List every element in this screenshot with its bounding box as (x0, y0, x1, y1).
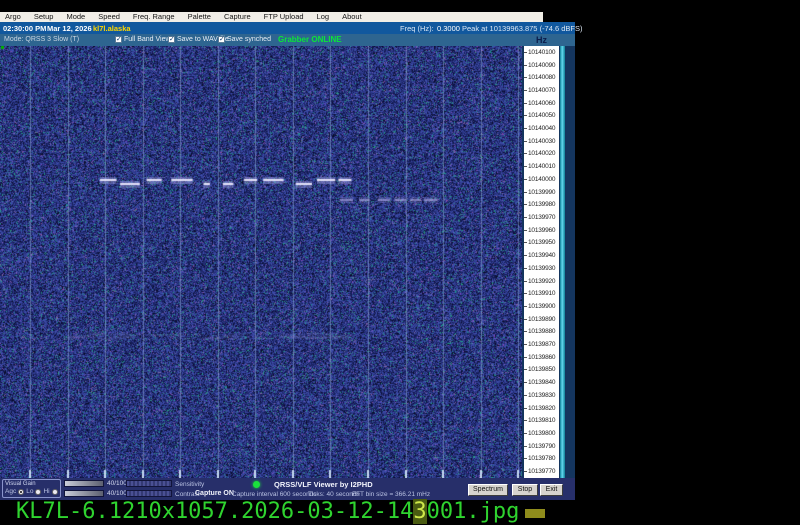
frequency-tick-label: 10139830 (524, 389, 559, 402)
frequency-tick-label: 10140070 (524, 84, 559, 97)
radio-label-hi: Hi (43, 488, 50, 495)
frequency-tick-label: 10139970 (524, 211, 559, 224)
frequency-tick-label: 10139900 (524, 300, 559, 313)
menu-item[interactable]: Mode (66, 12, 85, 22)
checkbox-full-band-view[interactable]: ✓ Full Band View (115, 36, 171, 43)
frequency-tick-label: 10139980 (524, 198, 559, 211)
grabber-status: Grabber ONLINE (278, 35, 342, 44)
frequency-tick-label: 10139840 (524, 376, 559, 389)
checkbox-icon[interactable]: ✓ (168, 36, 175, 43)
capture-led-icon (253, 481, 260, 488)
frequency-tick-label: 10139790 (524, 440, 559, 453)
frequency-tick-label: 10140080 (524, 71, 559, 84)
status-bar: Visual Gain Agc Lo Hi 40/100 40/100 Sens… (0, 478, 575, 500)
checkbox-save-synched[interactable]: ✓ Save synched (218, 36, 271, 43)
frequency-tick-label: 10140050 (524, 110, 559, 123)
screen: Argo Setup Mode Speed Freq. Range Palett… (0, 0, 800, 525)
menu-item[interactable]: Log (317, 12, 330, 22)
capture-state: Capture ON (195, 490, 234, 497)
freq-readout-value: 0.3000 (437, 24, 460, 33)
frequency-tick-label: 10140010 (524, 160, 559, 173)
visual-gain-title: Visual Gain (5, 481, 36, 487)
sensitivity-value: 40/100 (107, 480, 127, 487)
capture-filename: KL7L-6.1210x1057.2026-03-12-143001.jpg (16, 499, 546, 524)
freq-readout-label: Freq (Hz): (400, 24, 434, 33)
menu-item[interactable]: Freq. Range (133, 12, 175, 22)
contrast-gain-meter (64, 490, 104, 497)
checkbox-icon[interactable]: ✓ (218, 36, 225, 43)
filename-prefix: KL7L-6.1210x1057.2026-03-12-14 (16, 499, 414, 524)
menu-item[interactable]: Palette (188, 12, 211, 22)
date: Mar 12, 2026 (47, 24, 92, 33)
fft-bin-label: FFT bin size = 366.21 mHz (352, 491, 431, 498)
frequency-tick-label: 10139850 (524, 364, 559, 377)
menu-item[interactable]: Argo (5, 12, 21, 22)
menu-item[interactable]: FTP Upload (264, 12, 304, 22)
frequency-tick-label: 10139950 (524, 237, 559, 250)
menu-item[interactable]: Speed (98, 12, 120, 22)
peak-readout: Peak at 10139963.875 (-74.6 dBFS) (462, 24, 583, 33)
menu-bar: Argo Setup Mode Speed Freq. Range Palett… (0, 12, 543, 22)
frequency-tick-label: 10140100 (524, 46, 559, 59)
frequency-tick-label: 10140000 (524, 173, 559, 186)
frequency-tick-label: 10139810 (524, 414, 559, 427)
exit-button[interactable]: Exit (540, 484, 563, 496)
contrast-value: 40/100 (107, 490, 127, 497)
frequency-tick-label: 10139910 (524, 287, 559, 300)
visual-gain-group: Visual Gain Agc Lo Hi (2, 479, 61, 498)
frequency-tick-label: 10139920 (524, 275, 559, 288)
menu-item[interactable]: Setup (34, 12, 54, 22)
checkbox-icon[interactable]: ✓ (115, 36, 122, 43)
frequency-tick-label: 10139860 (524, 351, 559, 364)
contrast-slider[interactable] (126, 490, 172, 497)
frequency-scrollbar[interactable] (560, 46, 565, 478)
frequency-tick-label: 10140060 (524, 97, 559, 110)
menu-item[interactable]: About (342, 12, 362, 22)
clock: 02:30:00 PM (3, 24, 47, 33)
capture-interval-label: Capture interval 600 seconds (232, 491, 317, 498)
callsign: kl7l.alaska (93, 24, 131, 33)
text-cursor-block (525, 509, 546, 518)
frequency-tick-label: 10139930 (524, 262, 559, 275)
mode-label: Mode: QRSS 3 Slow (T) (4, 36, 80, 43)
info-bar: 02:30:00 PM Mar 12, 2026 kl7l.alaska Fre… (0, 22, 583, 34)
filename-suffix: 001.jpg (426, 499, 520, 524)
mode-bar: Mode: QRSS 3 Slow (T) ✓ Full Band View ✓… (0, 34, 575, 46)
frequency-tick-label: 10139820 (524, 402, 559, 415)
frequency-axis-labels: 10140100 10140090 10140080 10140070 10140060… (524, 46, 559, 478)
checkbox-label: Full Band View (124, 36, 171, 43)
frequency-tick-label: 10139990 (524, 186, 559, 199)
radio-label-lo: Lo (26, 488, 34, 495)
frequency-tick-label: 10139770 (524, 465, 559, 478)
sensitivity-slider[interactable] (126, 480, 172, 487)
radio-lo[interactable] (35, 488, 42, 495)
frequency-axis: 10140100 10140090 10140080 10140070 10140060… (524, 46, 559, 478)
radio-hi[interactable] (51, 488, 58, 495)
filename-cursor-char: 3 (413, 499, 427, 524)
frequency-tick-label: 10139890 (524, 313, 559, 326)
frequency-tick-label: 10140030 (524, 135, 559, 148)
radio-label-agc: Agc (5, 488, 17, 495)
spectrogram-canvas[interactable] (0, 46, 522, 478)
frequency-tick-label: 10139960 (524, 224, 559, 237)
frequency-tick-label: 10139940 (524, 249, 559, 262)
stop-button[interactable]: Stop (512, 484, 538, 496)
frequency-tick-label: 10140020 (524, 148, 559, 161)
frequency-tick-label: 10140090 (524, 59, 559, 72)
frequency-tick-label: 10139870 (524, 338, 559, 351)
spectrum-button[interactable]: Spectrum (468, 484, 508, 496)
frequency-tick-label: 10139880 (524, 325, 559, 338)
axis-unit-label: Hz (536, 35, 547, 45)
spectrogram-area: 10140100 10140090 10140080 10140070 10140060… (0, 46, 575, 478)
frequency-tick-label: 10140040 (524, 122, 559, 135)
checkbox-label: Save synched (227, 36, 271, 43)
sensitivity-label: Sensitivity (175, 481, 205, 488)
app-title: QRSS/VLF Viewer by I2PHD (274, 480, 373, 489)
menu-item[interactable]: Capture (224, 12, 251, 22)
frequency-tick-label: 10139800 (524, 427, 559, 440)
sensitivity-gain-meter (64, 480, 104, 487)
radio-agc[interactable] (18, 488, 25, 495)
argo-window: Argo Setup Mode Speed Freq. Range Palett… (0, 12, 583, 500)
frequency-tick-label: 10139780 (524, 453, 559, 466)
